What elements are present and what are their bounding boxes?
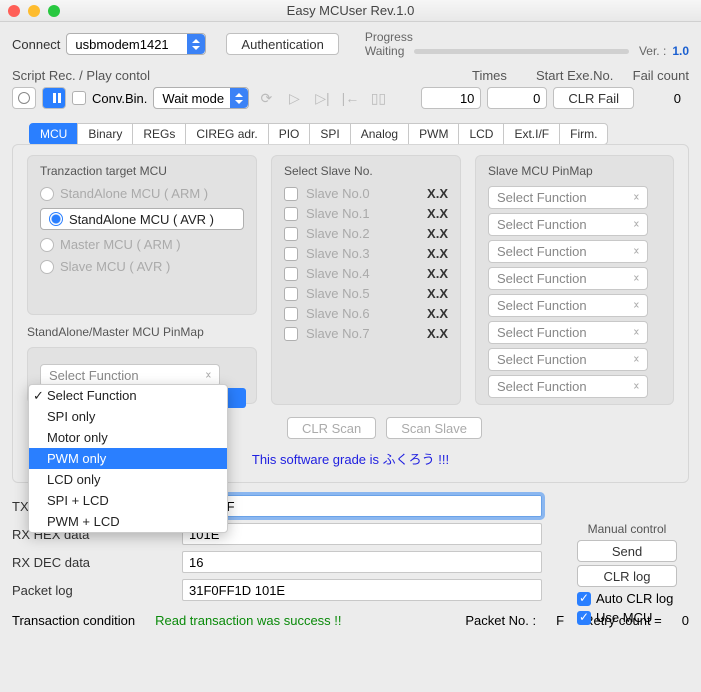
dd-pwm-lcd[interactable]: PWM + LCD bbox=[29, 511, 227, 532]
fail-count-label: Fail count bbox=[633, 68, 689, 83]
ver-label: Ver. : bbox=[639, 44, 666, 58]
dd-motor-only[interactable]: Motor only bbox=[29, 427, 227, 448]
fail-count-value: 0 bbox=[674, 91, 681, 106]
use-mcu-checkbox[interactable] bbox=[577, 611, 591, 625]
dd-spi-lcd[interactable]: SPI + LCD bbox=[29, 490, 227, 511]
slavemap-select-6[interactable]: Select Function bbox=[488, 348, 648, 371]
slave-row-7[interactable]: Slave No.7X.X bbox=[284, 326, 448, 341]
target-mcu-title: Tranzaction target MCU bbox=[40, 164, 244, 178]
tab-cireg[interactable]: CIREG adr. bbox=[185, 123, 268, 145]
slave-row-6[interactable]: Slave No.6X.X bbox=[284, 306, 448, 321]
dd-spi-only[interactable]: SPI only bbox=[29, 406, 227, 427]
tabstrip: MCU Binary REGs CIREG adr. PIO SPI Analo… bbox=[30, 123, 689, 145]
pktlog-label: Packet log bbox=[12, 583, 172, 598]
times-input[interactable] bbox=[421, 87, 481, 109]
port-select[interactable]: usbmodem1421 bbox=[66, 33, 206, 55]
slavemap-select-4[interactable]: Select Function bbox=[488, 294, 648, 317]
dd-lcd-only[interactable]: LCD only bbox=[29, 469, 227, 490]
slavemap-select-7[interactable]: Select Function bbox=[488, 375, 648, 398]
slave-row-4[interactable]: Slave No.4X.X bbox=[284, 266, 448, 281]
manual-title: Manual control bbox=[567, 522, 687, 536]
step-icon[interactable]: ▷| bbox=[311, 88, 333, 108]
times-label: Times bbox=[472, 68, 536, 83]
start-exe-label: Start Exe.No. bbox=[536, 68, 626, 83]
slave-row-0[interactable]: Slave No.0X.X bbox=[284, 186, 448, 201]
slave-row-1[interactable]: Slave No.1X.X bbox=[284, 206, 448, 221]
pktlog-input[interactable] bbox=[182, 579, 542, 601]
rxhex-input[interactable] bbox=[182, 523, 542, 545]
clr-log-button[interactable]: CLR log bbox=[577, 565, 677, 587]
titlebar: Easy MCUser Rev.1.0 bbox=[0, 0, 701, 22]
convbin-checkbox[interactable] bbox=[72, 91, 86, 105]
progress-bar bbox=[414, 49, 629, 54]
play-icon[interactable]: ▷ bbox=[283, 88, 305, 108]
rewind-icon[interactable]: |← bbox=[339, 88, 361, 108]
radio-standalone-avr[interactable]: StandAlone MCU ( AVR ) bbox=[40, 208, 244, 230]
scan-slave-button[interactable]: Scan Slave bbox=[386, 417, 482, 439]
radio-standalone-arm[interactable]: StandAlone MCU ( ARM ) bbox=[40, 186, 244, 201]
tab-analog[interactable]: Analog bbox=[350, 123, 409, 145]
trans-cond-value: Read transaction was success !! bbox=[155, 613, 341, 628]
rxdec-label: RX DEC data bbox=[12, 555, 172, 570]
window-title: Easy MCUser Rev.1.0 bbox=[0, 3, 701, 18]
record-button[interactable] bbox=[12, 87, 36, 109]
mode-select[interactable]: Wait mode bbox=[153, 87, 249, 109]
start-exe-input[interactable] bbox=[487, 87, 547, 109]
dd-pwm-only[interactable]: PWM only bbox=[29, 448, 227, 469]
tab-spi[interactable]: SPI bbox=[309, 123, 350, 145]
tab-pwm[interactable]: PWM bbox=[408, 123, 459, 145]
stop-icon[interactable]: ▯▯ bbox=[367, 88, 389, 108]
tab-lcd[interactable]: LCD bbox=[458, 123, 504, 145]
pktno-value: F bbox=[556, 613, 564, 628]
slavemap-select-2[interactable]: Select Function bbox=[488, 240, 648, 263]
radio-master-arm[interactable]: Master MCU ( ARM ) bbox=[40, 237, 244, 252]
slavemap-select-1[interactable]: Select Function bbox=[488, 213, 648, 236]
slave-row-3[interactable]: Slave No.3X.X bbox=[284, 246, 448, 261]
progress-label: Progress bbox=[365, 30, 689, 44]
slavemap-select-3[interactable]: Select Function bbox=[488, 267, 648, 290]
pinmap-title: StandAlone/Master MCU PinMap bbox=[27, 325, 257, 339]
tab-mcu[interactable]: MCU bbox=[29, 123, 78, 145]
connect-label: Connect bbox=[12, 37, 60, 52]
slavemap-select-0[interactable]: Select Function bbox=[488, 186, 648, 209]
pause-button[interactable] bbox=[42, 87, 66, 109]
auto-clr-checkbox[interactable] bbox=[577, 592, 591, 606]
rxdec-input[interactable] bbox=[182, 551, 542, 573]
convbin-label: Conv.Bin. bbox=[92, 91, 147, 106]
slavemap-title: Slave MCU PinMap bbox=[488, 164, 661, 178]
tab-extif[interactable]: Ext.I/F bbox=[503, 123, 560, 145]
tab-regs[interactable]: REGs bbox=[132, 123, 186, 145]
tab-binary[interactable]: Binary bbox=[77, 123, 133, 145]
ver-value: 1.0 bbox=[672, 44, 689, 58]
txhex-input[interactable] bbox=[182, 495, 542, 517]
clr-scan-button[interactable]: CLR Scan bbox=[287, 417, 376, 439]
slave-row-2[interactable]: Slave No.2X.X bbox=[284, 226, 448, 241]
slave-select-title: Select Slave No. bbox=[284, 164, 448, 178]
tab-firm[interactable]: Firm. bbox=[559, 123, 608, 145]
send-button[interactable]: Send bbox=[577, 540, 677, 562]
radio-slave-avr[interactable]: Slave MCU ( AVR ) bbox=[40, 259, 244, 274]
pktno-label: Packet No. : bbox=[465, 613, 536, 628]
trans-cond-label: Transaction condition bbox=[12, 613, 135, 628]
tab-pio[interactable]: PIO bbox=[268, 123, 311, 145]
dd-select-function[interactable]: Select Function bbox=[29, 385, 227, 406]
slavemap-select-5[interactable]: Select Function bbox=[488, 321, 648, 344]
script-rec-label: Script Rec. / Play contol bbox=[12, 68, 312, 83]
slave-row-5[interactable]: Slave No.5X.X bbox=[284, 286, 448, 301]
port-value: usbmodem1421 bbox=[75, 37, 168, 52]
pinmap-dropdown[interactable]: Select Function SPI only Motor only PWM … bbox=[28, 384, 228, 533]
reload-icon[interactable]: ⟳ bbox=[255, 88, 277, 108]
status-text: Waiting bbox=[365, 44, 405, 58]
authentication-button[interactable]: Authentication bbox=[226, 33, 338, 55]
clr-fail-button[interactable]: CLR Fail bbox=[553, 87, 634, 109]
